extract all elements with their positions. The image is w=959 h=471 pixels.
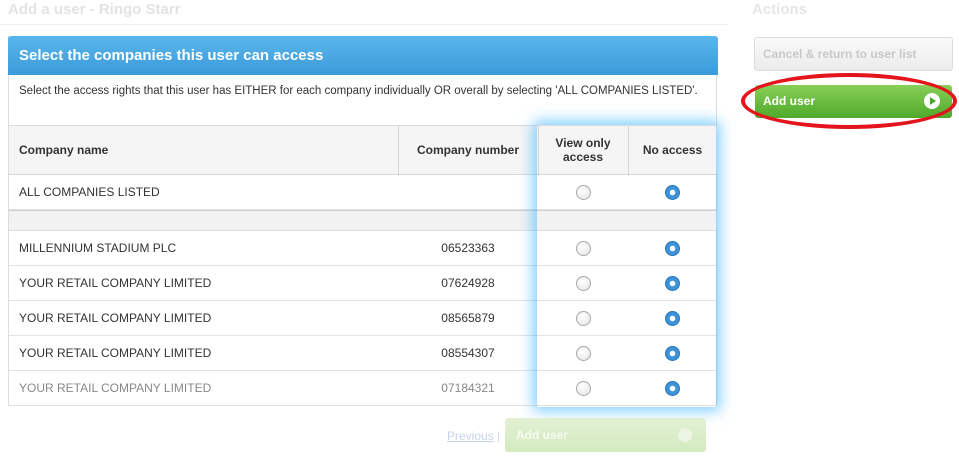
table-spacer-row (9, 210, 717, 231)
title-divider (0, 24, 728, 25)
table-header-row: Company name Company number View only ac… (9, 125, 717, 176)
view-only-radio[interactable] (575, 310, 591, 326)
pager-separator: | (497, 429, 501, 443)
cancel-return-label: Cancel & return to user list (763, 47, 917, 61)
header-company-name: Company name (19, 143, 109, 157)
table-row: YOUR RETAIL COMPANY LIMITED 07624928 (9, 266, 717, 301)
view-only-radio[interactable] (575, 184, 591, 200)
company-number (398, 175, 538, 209)
instructions-text: Select the access rights that this user … (19, 85, 698, 97)
page-title: Add a user - Ringo Starr (8, 1, 181, 18)
company-number: 07184321 (441, 381, 495, 395)
play-circle-icon (678, 428, 692, 442)
no-access-radio[interactable] (665, 240, 680, 256)
no-access-radio[interactable] (665, 380, 680, 396)
view-only-radio[interactable] (575, 380, 591, 396)
company-number: 06523363 (441, 241, 495, 255)
company-number: 08565879 (441, 311, 495, 325)
table-row-all-companies: ALL COMPANIES LISTED (9, 175, 717, 210)
no-access-radio[interactable] (665, 310, 680, 326)
table-row: MILLENNIUM STADIUM PLC 06523363 (9, 231, 717, 266)
company-name: MILLENNIUM STADIUM PLC (19, 241, 177, 255)
company-name: YOUR RETAIL COMPANY LIMITED (19, 311, 212, 325)
previous-link[interactable]: Previous (447, 429, 494, 443)
table-row: YOUR RETAIL COMPANY LIMITED 08565879 (9, 301, 717, 336)
company-name: YOUR RETAIL COMPANY LIMITED (19, 346, 212, 360)
add-user-bottom-label: Add user (516, 428, 569, 442)
company-name: YOUR RETAIL COMPANY LIMITED (19, 381, 212, 395)
no-access-radio[interactable] (665, 275, 680, 291)
panel-header: Select the companies this user can acces… (8, 36, 718, 75)
company-number: 07624928 (441, 276, 495, 290)
cancel-return-button[interactable]: Cancel & return to user list (754, 37, 953, 71)
header-view-only: View only access (555, 136, 611, 164)
highlight-ring (741, 73, 957, 129)
pager: Previous | (447, 429, 500, 443)
table-row: YOUR RETAIL COMPANY LIMITED 08554307 (9, 336, 717, 371)
company-access-panel: Select the companies this user can acces… (8, 36, 718, 406)
view-only-radio[interactable] (575, 345, 591, 361)
header-company-number: Company number (416, 143, 519, 157)
view-only-radio[interactable] (575, 275, 591, 291)
header-no-access: No access (642, 143, 703, 157)
company-number: 08554307 (441, 346, 495, 360)
no-access-radio[interactable] (665, 184, 680, 200)
add-user-bottom-button[interactable]: Add user (505, 418, 706, 452)
company-name: ALL COMPANIES LISTED (19, 185, 160, 199)
panel-header-title: Select the companies this user can acces… (19, 47, 324, 64)
actions-title: Actions (752, 1, 808, 18)
company-name: YOUR RETAIL COMPANY LIMITED (19, 276, 212, 290)
no-access-radio[interactable] (665, 345, 680, 361)
view-only-radio[interactable] (575, 240, 591, 256)
table-row: YOUR RETAIL COMPANY LIMITED 07184321 (9, 371, 717, 406)
